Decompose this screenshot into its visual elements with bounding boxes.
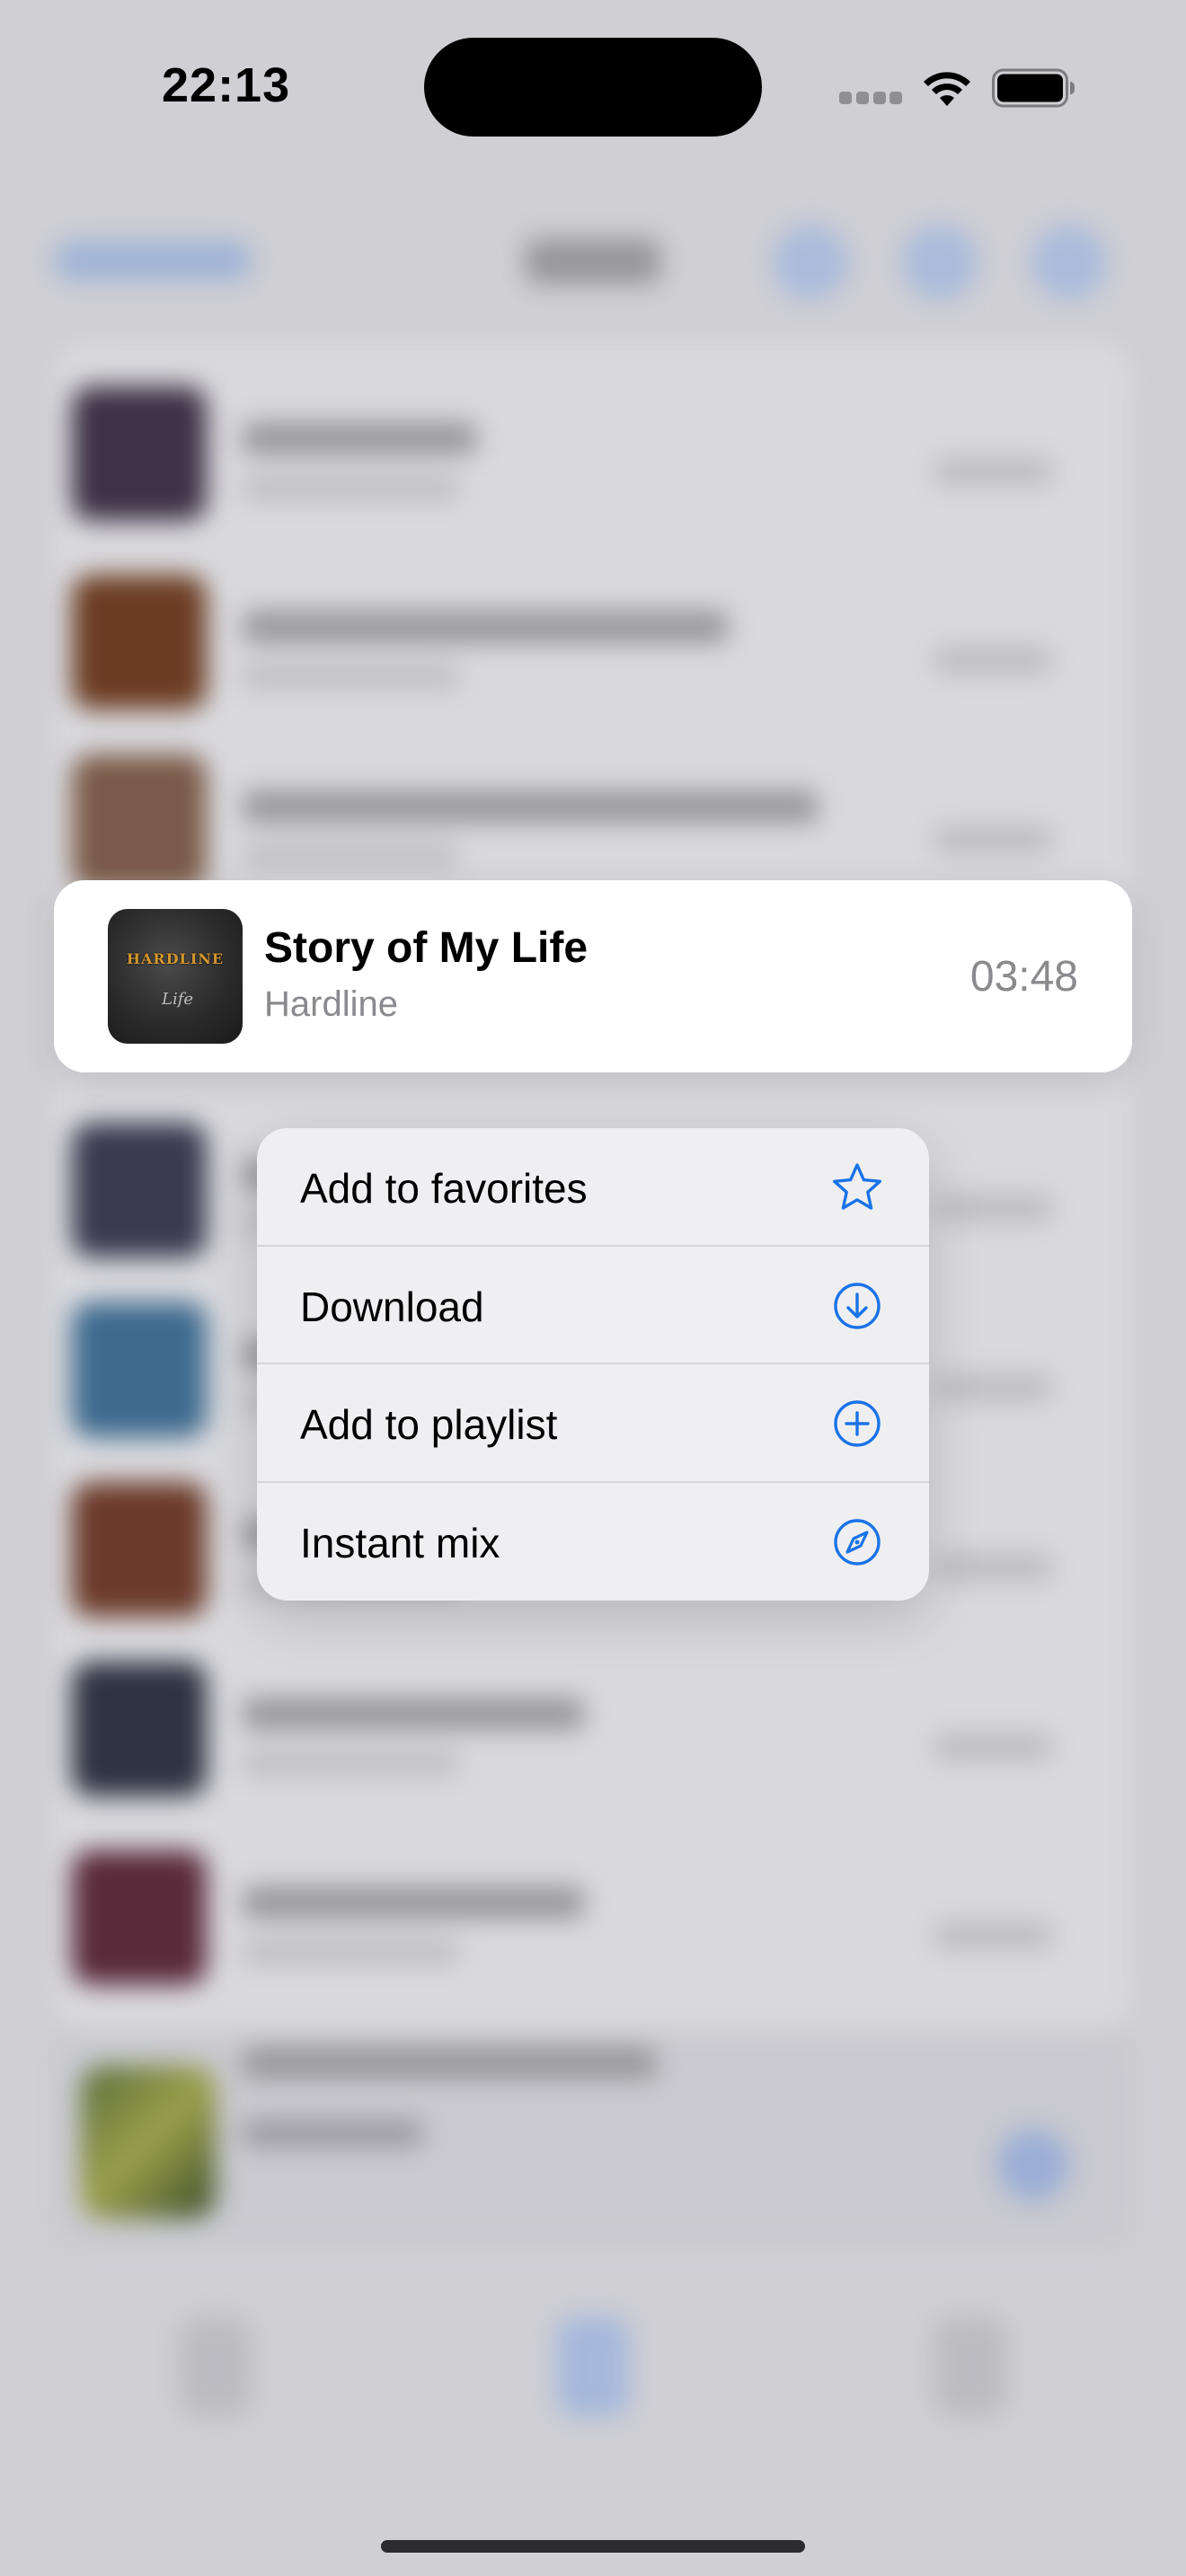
song-duration: 03:48 [969, 953, 1078, 1001]
blurred-mini-player-artist [243, 2120, 422, 2147]
menu-item-label: Add to favorites [300, 1165, 588, 1212]
battery-icon [992, 68, 1075, 108]
blurred-back-button [54, 241, 252, 280]
dynamic-island [424, 38, 762, 137]
compass-icon [834, 1518, 881, 1566]
blurred-mini-player-title [243, 2048, 656, 2078]
blurred-nav-title [526, 239, 660, 284]
menu-item-add-to-favorites[interactable]: Add to favorites [257, 1128, 929, 1247]
context-menu: Add to favorites Download Add to playlis… [257, 1128, 929, 1601]
song-artist: Hardline [264, 984, 398, 1024]
menu-item-download[interactable]: Download [257, 1247, 929, 1364]
album-art-script: Life [162, 990, 194, 1009]
blurred-song-row [72, 359, 1060, 521]
plus-circle-icon [834, 1400, 881, 1447]
menu-item-add-to-playlist[interactable]: Add to playlist [257, 1364, 929, 1483]
blurred-action-button [902, 225, 978, 300]
menu-item-label: Download [300, 1283, 484, 1330]
blurred-song-row [72, 1823, 1060, 1985]
blurred-mini-player-art [81, 2066, 216, 2219]
menu-item-label: Instant mix [300, 1519, 500, 1566]
album-art-logo: HARDLINE [126, 950, 225, 967]
blurred-more-button [1031, 225, 1107, 300]
blurred-tab-active [557, 2317, 629, 2416]
blurred-song-row [72, 1635, 1060, 1796]
status-bar: 22:13 [0, 0, 1186, 171]
menu-item-instant-mix[interactable]: Instant mix [257, 1483, 929, 1601]
blurred-mini-player-play [997, 2129, 1069, 2201]
screen: 22:13 HARDLINE Life Story of My Life Har… [0, 0, 1186, 2576]
download-circle-icon [834, 1282, 881, 1329]
blurred-tab [180, 2317, 252, 2416]
blurred-tab [934, 2317, 1006, 2416]
wifi-icon [924, 72, 970, 106]
cellular-signal-icon [839, 92, 902, 104]
star-icon [833, 1163, 881, 1210]
song-title: Story of My Life [264, 924, 589, 972]
home-indicator[interactable] [381, 2540, 805, 2553]
status-time: 22:13 [162, 58, 291, 112]
blurred-song-row [72, 548, 1060, 710]
album-art: HARDLINE Life [108, 909, 243, 1044]
blurred-search-button [773, 225, 848, 300]
menu-item-label: Add to playlist [300, 1401, 558, 1448]
blurred-song-row [72, 728, 1060, 889]
highlighted-song-card[interactable]: HARDLINE Life Story of My Life Hardline … [54, 880, 1132, 1072]
